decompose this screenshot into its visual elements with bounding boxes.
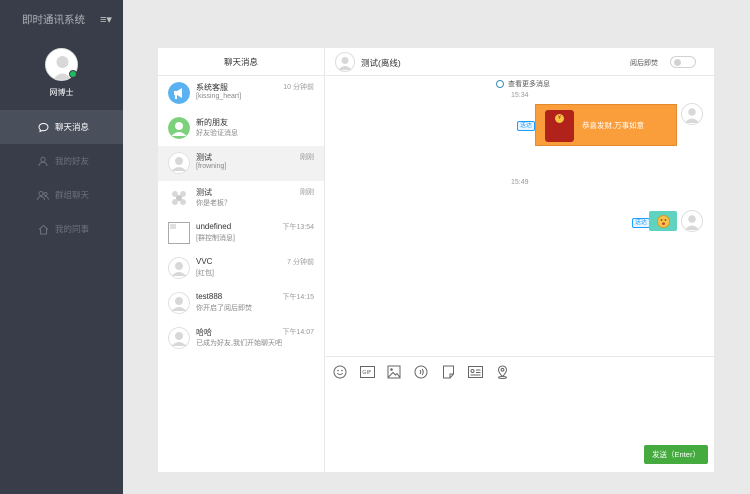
conversation-item[interactable]: undefined 下午13:54 [群控制消息] [158, 216, 324, 251]
megaphone-icon [168, 82, 190, 104]
conversation-item[interactable]: test888 下午14:15 你开启了阅后即焚 [158, 286, 324, 321]
conversation-title: 系统客服 [196, 83, 228, 92]
conversation-item[interactable]: 测试 刚刚 [frowning] [158, 146, 324, 181]
conversation-time: 下午14:15 [282, 294, 314, 301]
user-profile[interactable]: 网博士 [0, 38, 123, 108]
user-icon [37, 155, 49, 167]
conversation-item[interactable]: 测试 刚刚 你是老板？ [158, 181, 324, 216]
conversation-title: 哈哈 [196, 328, 212, 337]
conversation-title: 测试 [196, 188, 212, 197]
smile-icon[interactable] [332, 364, 348, 380]
svg-text:GIF: GIF [362, 370, 371, 376]
conversation-preview: 已成为好友,我们开始聊天吧 [196, 340, 282, 347]
conversation-preview: [kissing_heart] [196, 93, 242, 100]
hamburger-icon[interactable]: ≡▾ [100, 13, 112, 26]
avatar[interactable] [335, 52, 355, 72]
image-icon[interactable] [386, 364, 402, 380]
conversation-item[interactable]: 新的朋友 好友验证消息 [158, 111, 324, 146]
burn-after-reading-label: 阅后即焚 [630, 60, 658, 67]
chat-title: 测试(离线) [361, 58, 401, 68]
conversation-title: 测试 [196, 153, 212, 162]
nav-item-friends[interactable]: 我的好友 [0, 144, 123, 178]
group-icon [168, 187, 190, 209]
conversation-preview: [红包] [196, 270, 214, 277]
emoji-message[interactable] [649, 211, 677, 231]
delivery-status-badge: 送达 [632, 218, 651, 228]
group-icon [37, 189, 49, 201]
chat-window: 测试(离线) 阅后即焚 查看更多消息 15:34 送达 ¥ 恭喜发财,万事如意 … [326, 48, 714, 472]
send-button[interactable]: 发送（Enter） [644, 445, 708, 464]
conversation-preview: [frowning] [196, 163, 227, 170]
conversation-time: 7 分钟前 [287, 259, 314, 266]
red-packet-text: 恭喜发财,万事如意 [582, 121, 645, 130]
chat-toolbar: GIF [326, 356, 714, 386]
avatar[interactable] [681, 210, 703, 232]
user-icon [168, 327, 190, 349]
conversation-title: 新的朋友 [196, 118, 228, 127]
conversation-title: VVC [196, 257, 213, 266]
message-timestamp: 15:49 [511, 179, 529, 186]
chat-bubble-icon [37, 121, 49, 133]
frowning-emoji-icon [656, 214, 670, 228]
clock-icon [496, 80, 504, 88]
conversation-time: 下午14:07 [282, 329, 314, 336]
conversation-time: 10 分钟前 [283, 84, 314, 91]
load-more-label: 查看更多消息 [508, 81, 550, 88]
broken-image-icon [168, 222, 190, 244]
conversation-time: 刚刚 [300, 154, 314, 161]
message-timestamp: 15:34 [511, 92, 529, 99]
conversation-item[interactable]: 系统客服 10 分钟前 [kissing_heart] [158, 76, 324, 111]
sidebar: 即时通讯系统 ≡▾ 网博士 聊天消息 我的好友 群组聊天 我的同事 [0, 0, 123, 494]
nav-item-label: 聊天消息 [55, 122, 90, 132]
conversation-item[interactable]: VVC 7 分钟前 [红包] [158, 251, 324, 286]
conversation-title: test888 [196, 292, 223, 301]
toggle-knob [674, 59, 681, 66]
location-icon[interactable] [494, 364, 510, 380]
online-status-dot [69, 70, 77, 78]
message-area[interactable]: 查看更多消息 15:34 送达 ¥ 恭喜发财,万事如意 15:49 送达 [326, 76, 714, 356]
chat-panel: 聊天消息 系统客服 10 分钟前 [kissing_heart] 新的朋友 好友… [158, 48, 714, 472]
voice-icon[interactable] [413, 364, 429, 380]
app-brand: 即时通讯系统 ≡▾ [0, 0, 123, 38]
conversation-preview: 好友验证消息 [196, 130, 238, 137]
user-icon [168, 117, 190, 139]
home-icon [37, 223, 49, 235]
user-icon [168, 257, 190, 279]
burn-after-reading-toggle[interactable] [670, 56, 696, 68]
conversation-title: undefined [196, 222, 232, 231]
main-nav: 聊天消息 我的好友 群组聊天 我的同事 [0, 110, 123, 246]
nav-item-chat[interactable]: 聊天消息 [0, 110, 123, 144]
user-icon [168, 292, 190, 314]
nav-item-colleagues[interactable]: 我的同事 [0, 212, 123, 246]
avatar[interactable] [681, 103, 703, 125]
gif-icon[interactable]: GIF [359, 364, 375, 380]
app-title: 即时通讯系统 [22, 13, 85, 26]
load-more-link[interactable]: 查看更多消息 [496, 79, 550, 89]
nav-item-label: 群组聊天 [55, 190, 90, 200]
nav-item-label: 我的好友 [55, 156, 90, 166]
file-icon[interactable] [440, 364, 456, 380]
conversation-item[interactable]: 哈哈 下午14:07 已成为好友,我们开始聊天吧 [158, 321, 324, 356]
chat-header: 测试(离线) 阅后即焚 [326, 48, 714, 76]
conversation-time: 下午13:54 [282, 224, 314, 231]
conversation-preview: [群控制消息] [196, 235, 235, 242]
conversation-list: 聊天消息 系统客服 10 分钟前 [kissing_heart] 新的朋友 好友… [158, 48, 325, 472]
red-packet-message[interactable]: ¥ 恭喜发财,万事如意 [535, 104, 677, 146]
card-icon[interactable] [467, 364, 483, 380]
conversation-list-header: 聊天消息 [158, 48, 324, 76]
conversation-time: 刚刚 [300, 189, 314, 196]
conversation-preview: 你开启了阅后即焚 [196, 305, 252, 312]
nav-item-groups[interactable]: 群组聊天 [0, 178, 123, 212]
nav-item-label: 我的同事 [55, 224, 90, 234]
envelope-seal: ¥ [555, 114, 564, 123]
delivery-status-badge: 送达 [517, 121, 536, 131]
conversation-preview: 你是老板？ [196, 200, 231, 207]
red-envelope-icon: ¥ [545, 110, 574, 142]
user-name: 网博士 [49, 88, 74, 97]
message-input[interactable] [326, 386, 714, 442]
user-icon [168, 152, 190, 174]
